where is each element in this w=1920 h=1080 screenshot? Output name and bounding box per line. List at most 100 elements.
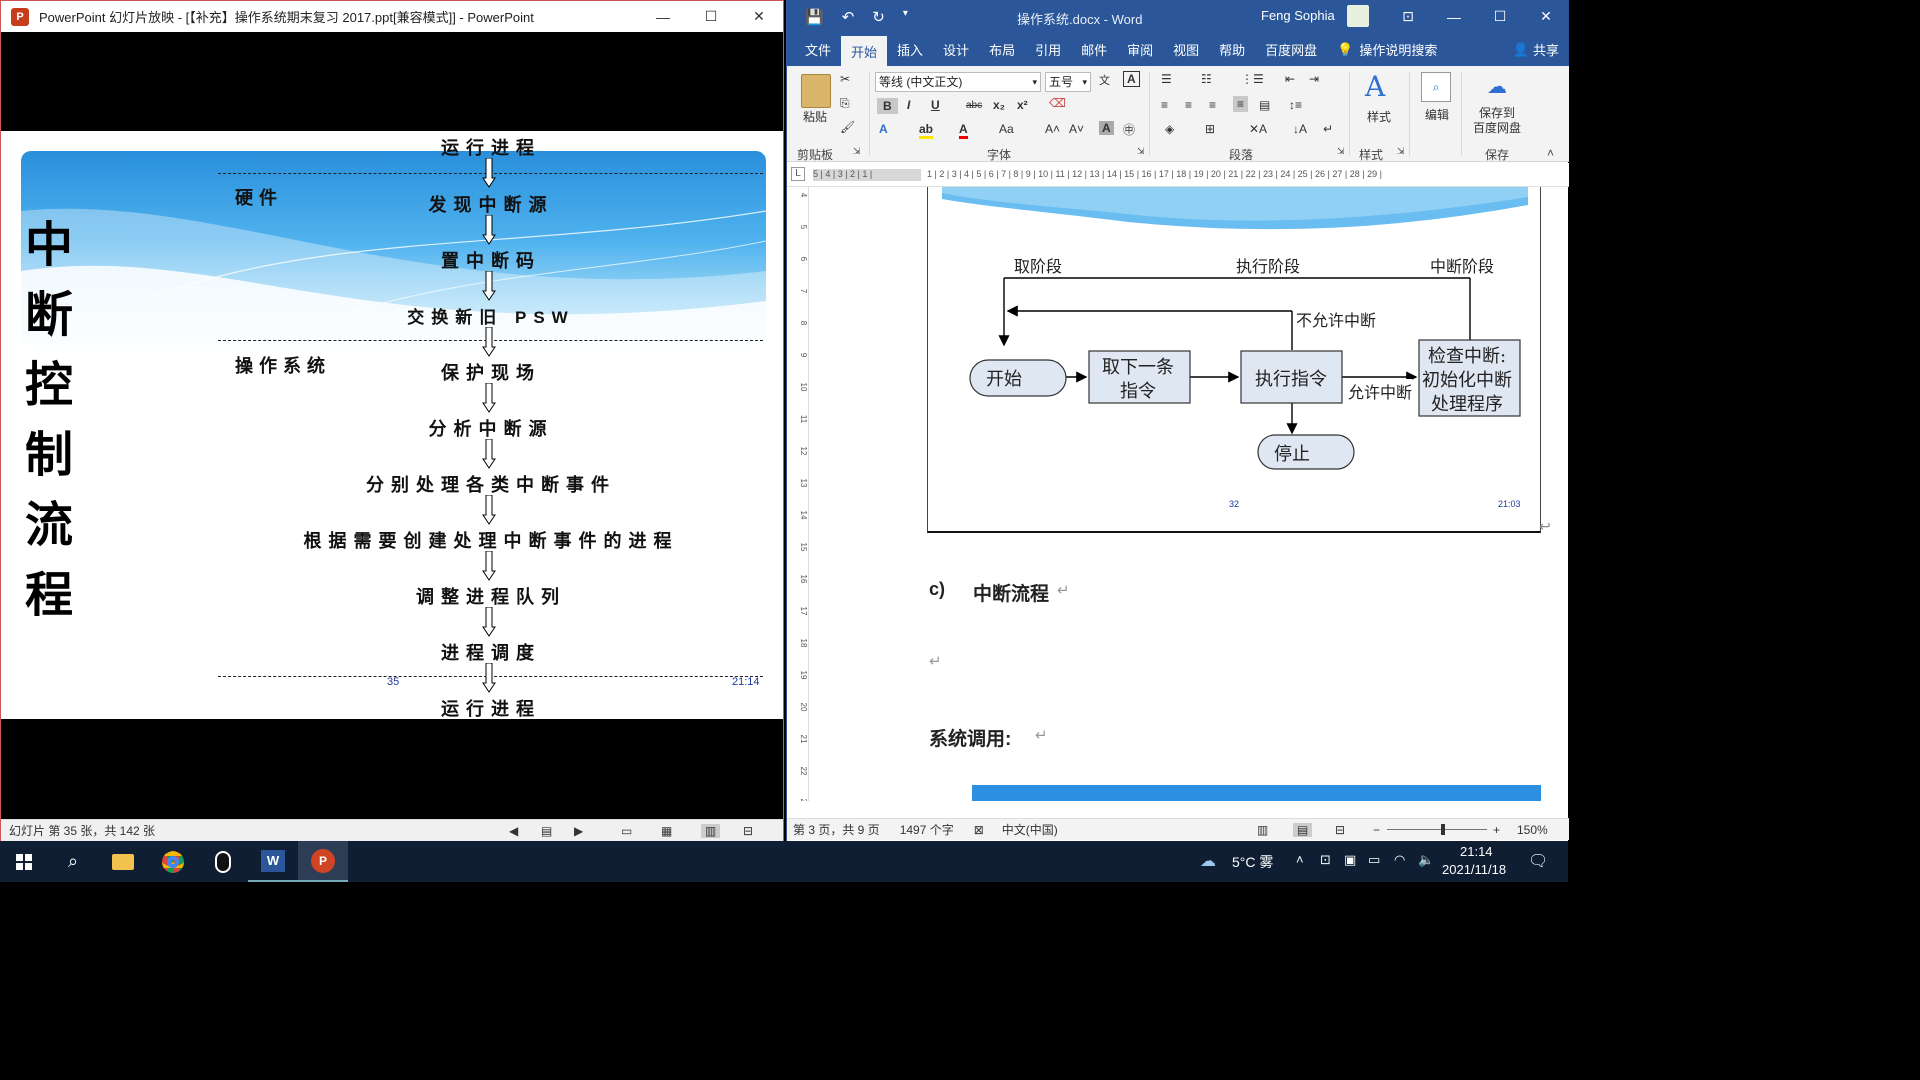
wifi-icon[interactable]: ◠ xyxy=(1394,852,1405,868)
search-button[interactable]: ⌕ xyxy=(48,841,98,882)
app-tray-icon[interactable]: ▣ xyxy=(1344,852,1356,868)
notification-icon[interactable]: 🗨 xyxy=(1528,851,1548,871)
quick-access-dropdown-icon[interactable]: ▾ xyxy=(903,8,908,26)
character-shading-icon[interactable]: A xyxy=(1099,121,1114,135)
show-hidden-icons-icon[interactable]: ˄ xyxy=(1296,852,1304,867)
tab-file[interactable]: 文件 xyxy=(795,33,841,66)
superscript-icon[interactable]: x² xyxy=(1017,98,1028,112)
tab-view[interactable]: 视图 xyxy=(1163,33,1209,66)
shrink-font-icon[interactable]: A˅ xyxy=(1069,122,1084,136)
redo-icon[interactable]: ↻ xyxy=(872,8,885,26)
enclose-characters-icon[interactable]: ㊥ xyxy=(1123,121,1135,138)
weather-text[interactable]: 5°C 雾 xyxy=(1232,852,1273,872)
maximize-button[interactable]: ☐ xyxy=(687,1,735,32)
format-painter-icon[interactable]: 🖌 xyxy=(840,120,855,134)
proofing-icon[interactable]: ⊠ xyxy=(974,823,984,837)
print-layout-icon[interactable]: ▤ xyxy=(1293,822,1313,837)
shading-icon[interactable]: ◈ xyxy=(1165,122,1174,136)
powerpoint-taskbar-button[interactable]: P xyxy=(298,841,348,882)
show-marks-icon[interactable]: ↵ xyxy=(1323,122,1333,136)
text-effects-icon[interactable]: A xyxy=(879,122,888,136)
close-button[interactable]: ✕ xyxy=(1523,0,1569,33)
share-button[interactable]: 👤 共享 xyxy=(1503,33,1569,66)
tab-insert[interactable]: 插入 xyxy=(887,33,933,66)
tell-me-search[interactable]: 💡 操作说明搜索 xyxy=(1327,33,1447,66)
tab-mailings[interactable]: 邮件 xyxy=(1071,33,1117,66)
reading-view-icon[interactable]: ▥ xyxy=(701,823,721,838)
grow-font-icon[interactable]: A˄ xyxy=(1045,122,1060,136)
line-spacing-icon[interactable]: ↕≡ xyxy=(1289,98,1302,112)
volume-icon[interactable]: 🔈 xyxy=(1418,852,1434,868)
word-taskbar-button[interactable]: W xyxy=(248,841,298,882)
multilevel-list-icon[interactable]: ⋮☰ xyxy=(1241,72,1264,86)
tab-references[interactable]: 引用 xyxy=(1025,33,1071,66)
language-indicator[interactable]: 中文(中国) xyxy=(1002,821,1058,838)
font-size-combobox[interactable]: 五号 ▾ xyxy=(1045,72,1091,92)
subscript-icon[interactable]: x₂ xyxy=(993,98,1005,112)
tab-design[interactable]: 设计 xyxy=(933,33,979,66)
qq-button[interactable] xyxy=(198,841,248,882)
save-icon[interactable]: 💾 xyxy=(805,8,824,26)
tab-selector-icon[interactable]: L xyxy=(791,167,805,181)
web-layout-icon[interactable]: ⊟ xyxy=(1335,823,1345,837)
styles-icon[interactable]: A xyxy=(1365,70,1385,103)
align-center-icon[interactable]: ≡ xyxy=(1185,98,1192,112)
start-button[interactable] xyxy=(0,841,48,882)
file-explorer-button[interactable] xyxy=(98,841,148,882)
dialog-launcher-icon[interactable]: ⇲ xyxy=(1137,146,1145,157)
bold-icon[interactable]: B xyxy=(877,98,898,114)
clock-time[interactable]: 21:14 xyxy=(1460,844,1493,859)
zoom-slider-thumb[interactable] xyxy=(1441,824,1445,835)
next-slide-icon[interactable]: ▶ xyxy=(574,824,583,838)
minimize-button[interactable]: — xyxy=(1431,0,1477,33)
avatar[interactable] xyxy=(1347,5,1369,27)
slide-menu-icon[interactable]: ▤ xyxy=(541,824,552,838)
tab-layout[interactable]: 布局 xyxy=(979,33,1025,66)
paste-button[interactable]: 粘贴 xyxy=(803,108,827,125)
previous-slide-icon[interactable]: ◀ xyxy=(509,824,518,838)
tab-baidu-netdisk[interactable]: 百度网盘 xyxy=(1255,33,1327,66)
maximize-button[interactable]: ☐ xyxy=(1477,0,1523,33)
dialog-launcher-icon[interactable]: ⇲ xyxy=(853,146,861,157)
minimize-button[interactable]: — xyxy=(639,1,687,32)
zoom-level[interactable]: 150% xyxy=(1517,823,1548,837)
dialog-launcher-icon[interactable]: ⇲ xyxy=(1397,146,1405,157)
character-border-icon[interactable]: A xyxy=(1123,71,1140,87)
font-name-combobox[interactable]: 等线 (中文正文) ▾ xyxy=(875,72,1041,92)
change-case-icon[interactable]: Aa xyxy=(999,122,1014,136)
page-counter[interactable]: 第 3 页，共 9 页 xyxy=(793,821,880,838)
justify-icon[interactable]: ≡ xyxy=(1233,96,1249,112)
zoom-out-icon[interactable]: − xyxy=(1373,823,1380,837)
numbering-icon[interactable]: ☷ xyxy=(1201,72,1212,86)
undo-icon[interactable]: ↶ xyxy=(842,8,855,26)
chrome-button[interactable] xyxy=(148,841,198,882)
tab-home[interactable]: 开始 xyxy=(841,36,888,66)
slide-sorter-icon[interactable]: ▦ xyxy=(661,824,672,838)
decrease-indent-icon[interactable]: ⇤ xyxy=(1285,72,1295,86)
zoom-slider[interactable] xyxy=(1387,829,1487,830)
save-to-baidu-button[interactable]: 保存到 百度网盘 xyxy=(1473,106,1521,136)
clear-formatting-icon[interactable]: ⌫ xyxy=(1049,96,1066,110)
slideshow-icon[interactable]: ⊟ xyxy=(743,824,753,838)
search-icon[interactable]: ⌕ xyxy=(1421,72,1451,102)
increase-indent-icon[interactable]: ⇥ xyxy=(1309,72,1319,86)
styles-button[interactable]: 样式 xyxy=(1367,108,1391,125)
edit-button[interactable]: 编辑 xyxy=(1425,106,1449,123)
collapse-ribbon-icon[interactable]: ˄ xyxy=(1547,146,1554,160)
zoom-in-icon[interactable]: + xyxy=(1493,823,1500,837)
sort-icon[interactable]: ↓A xyxy=(1293,122,1307,136)
align-right-icon[interactable]: ≡ xyxy=(1209,98,1216,112)
clock-date[interactable]: 2021/11/18 xyxy=(1442,862,1506,877)
cut-icon[interactable]: ✂ xyxy=(840,72,850,86)
baidu-netdisk-icon[interactable]: ☁ xyxy=(1487,74,1507,99)
bullets-icon[interactable]: ☰ xyxy=(1161,72,1172,86)
highlight-icon[interactable]: ab xyxy=(919,122,934,139)
device-icon[interactable]: ⊡ xyxy=(1320,852,1331,868)
normal-view-icon[interactable]: ▭ xyxy=(621,824,632,838)
font-color-icon[interactable]: A xyxy=(959,122,968,139)
tab-help[interactable]: 帮助 xyxy=(1209,33,1255,66)
borders-icon[interactable]: ⊞ xyxy=(1205,122,1215,136)
battery-icon[interactable]: ▭ xyxy=(1368,852,1380,868)
distributed-icon[interactable]: ▤ xyxy=(1259,98,1270,112)
strikethrough-icon[interactable]: abc xyxy=(966,100,982,111)
